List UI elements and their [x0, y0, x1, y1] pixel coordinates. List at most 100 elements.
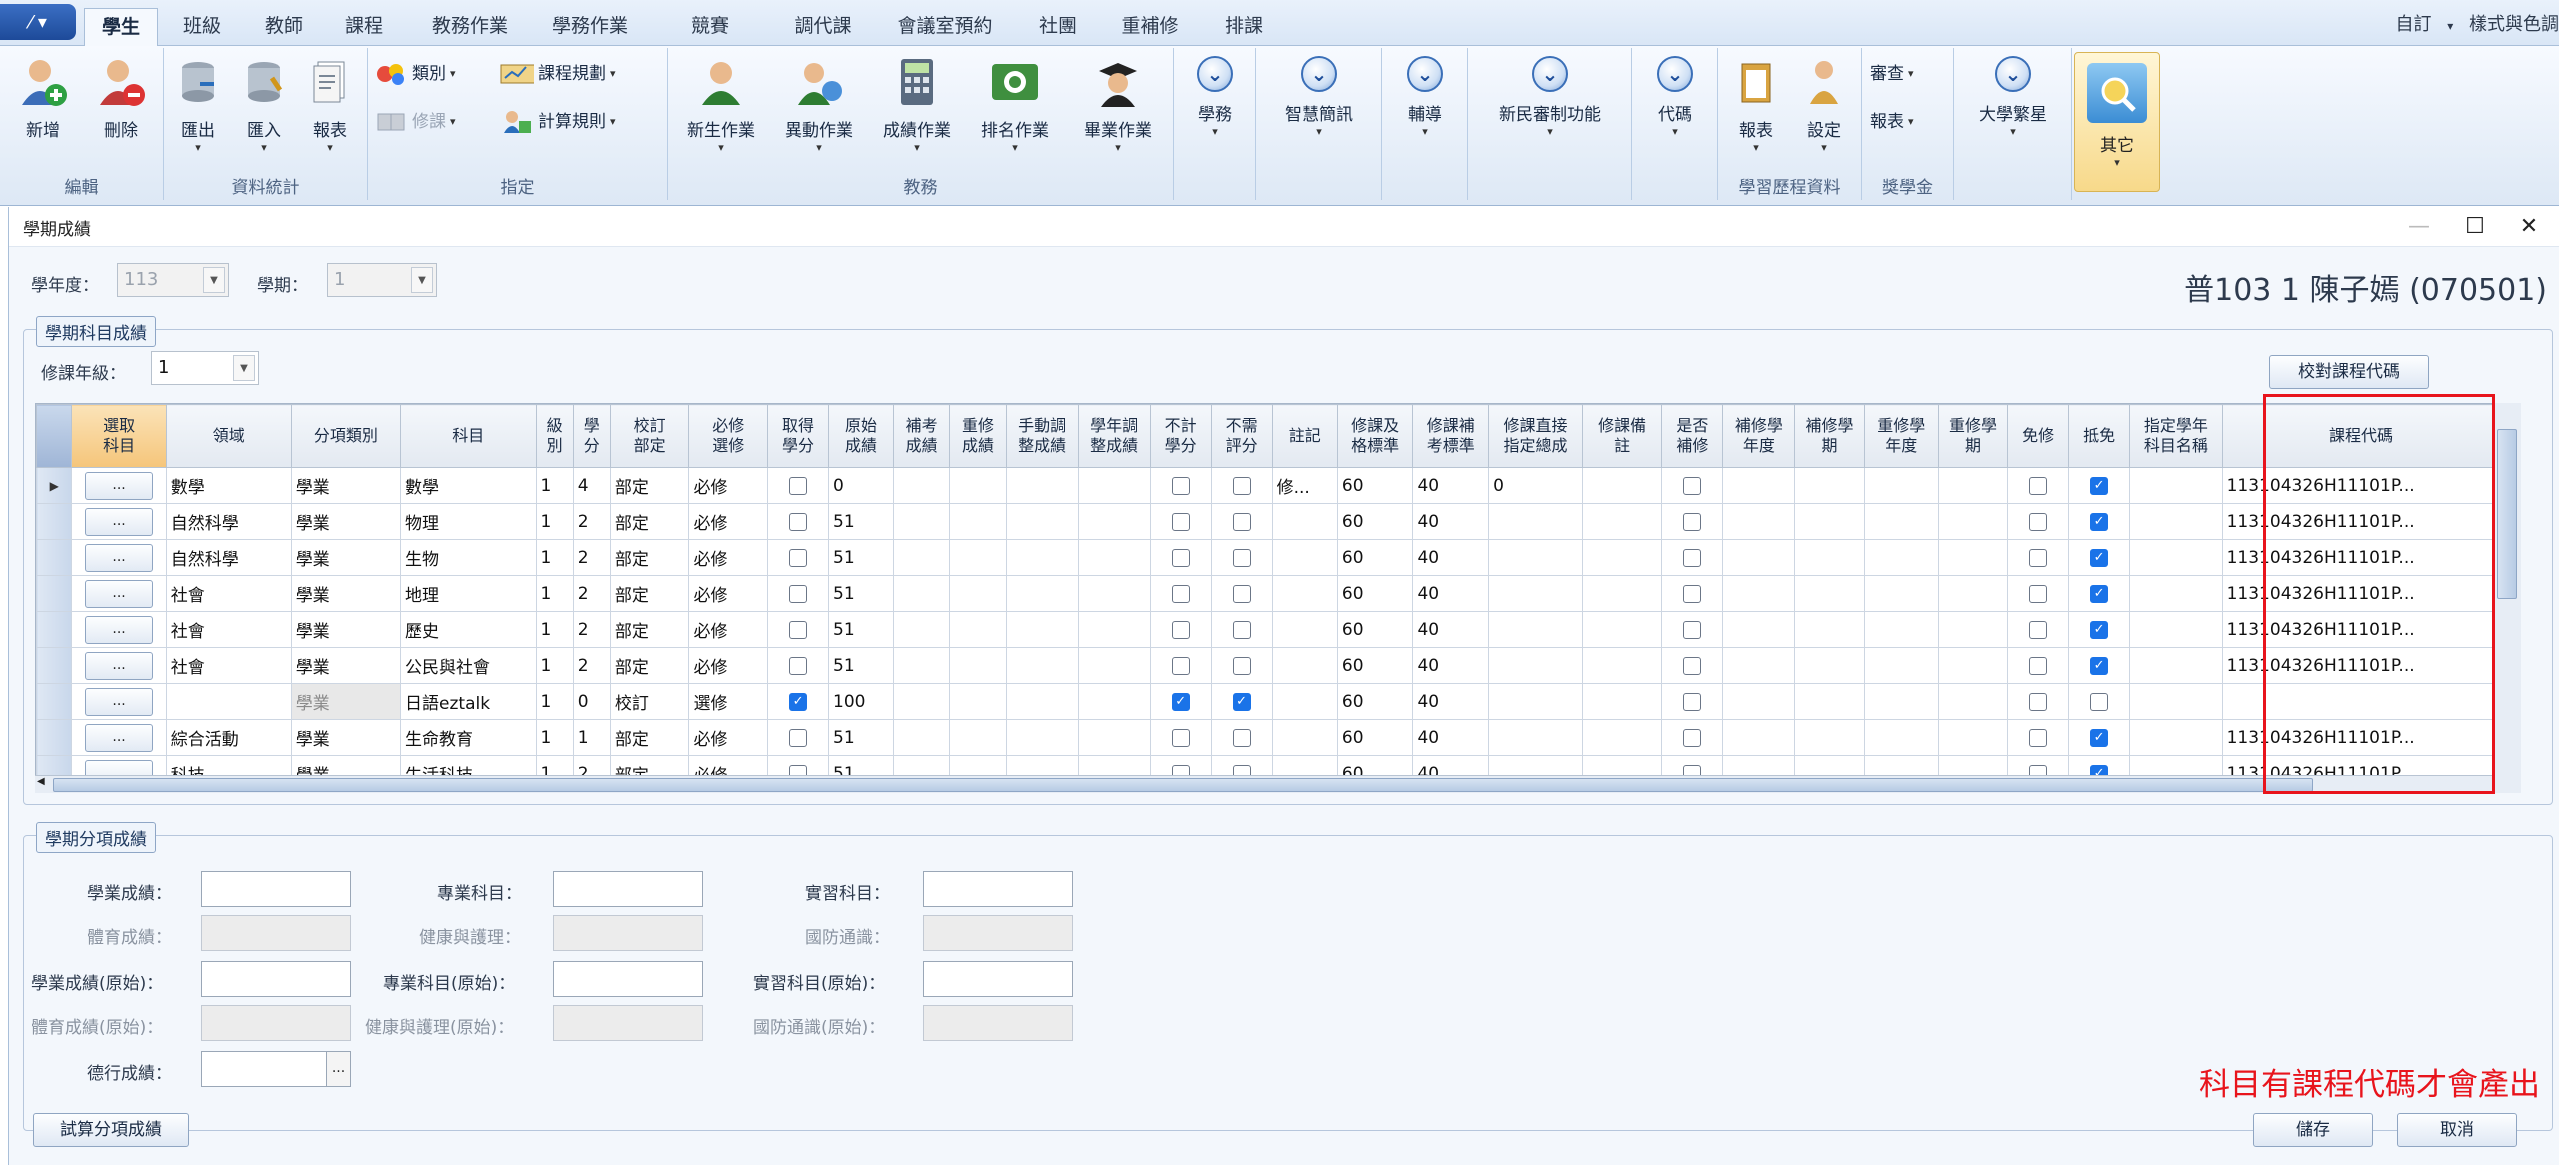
calc-item-score-button[interactable]: 試算分項成績 [33, 1113, 189, 1147]
retake-term-cell[interactable] [1937, 503, 2009, 540]
grade-level-combo[interactable]: 1 ▼ [151, 351, 259, 385]
no-eval-checkbox[interactable] [1232, 548, 1251, 567]
earned-cell[interactable] [767, 647, 830, 684]
pick-cell[interactable]: ... [71, 539, 167, 576]
column-header[interactable]: 重修學 期 [1937, 404, 2009, 468]
tab-competition[interactable]: 競賽 [668, 8, 752, 46]
table-row[interactable]: ... 社會 學業 歷史 1 2 部定 必修 51 60 40 ✓ 113104326H11101P..… [36, 611, 2520, 648]
repair-cell[interactable] [1661, 575, 1724, 612]
repair-cell[interactable] [1661, 647, 1724, 684]
pe-raw-input[interactable] [201, 1005, 351, 1041]
year-adjust-cell[interactable] [1077, 647, 1151, 684]
transfer-button[interactable]: 異動作業 ▾ [774, 54, 864, 164]
column-header[interactable]: 領域 [165, 404, 292, 468]
table-row[interactable]: ... 綜合活動 學業 生命教育 1 1 部定 必修 51 60 40 ✓ 113104326H1110… [36, 719, 2520, 756]
direct-score-cell[interactable]: 0 [1488, 467, 1583, 504]
level-cell[interactable]: 1 [535, 467, 574, 504]
custom-menu[interactable]: 自訂 [2396, 14, 2432, 35]
exempt-cell[interactable] [2007, 503, 2070, 540]
year-subject-name-cell[interactable] [2129, 539, 2223, 576]
category-cell[interactable]: 學業 [290, 647, 402, 684]
cancel-button[interactable]: 取消 [2397, 1113, 2517, 1147]
note-cell[interactable] [1271, 719, 1338, 756]
retake-score-cell[interactable] [949, 467, 1007, 504]
save-button[interactable]: 儲存 [2253, 1113, 2373, 1147]
offset-cell[interactable]: ✓ [2068, 575, 2131, 612]
required-cell[interactable]: 必修 [688, 503, 769, 540]
row-header[interactable] [36, 503, 73, 540]
defense-raw-input[interactable] [923, 1005, 1073, 1041]
direct-score-cell[interactable] [1488, 539, 1583, 576]
pass-standard-cell[interactable]: 60 [1336, 683, 1414, 720]
offset-checkbox[interactable]: ✓ [2090, 548, 2109, 567]
no-eval-cell[interactable] [1210, 575, 1273, 612]
maximize-button[interactable]: ☐ [2450, 211, 2500, 243]
level-cell[interactable]: 1 [535, 719, 574, 756]
earned-checkbox[interactable] [789, 476, 808, 495]
remark-cell[interactable] [1581, 647, 1663, 684]
pick-subject-button[interactable]: ... [85, 615, 154, 644]
repair-term-cell[interactable] [1794, 719, 1865, 756]
school-cell[interactable]: 校訂 [609, 683, 690, 720]
retake-score-cell[interactable] [949, 719, 1007, 756]
no-credit-cell[interactable]: ✓ [1149, 683, 1212, 720]
health-raw-input[interactable] [553, 1005, 703, 1041]
retake-term-cell[interactable] [1937, 611, 2009, 648]
level-cell[interactable]: 1 [535, 611, 574, 648]
repair-year-cell[interactable] [1722, 539, 1796, 576]
repair-checkbox[interactable] [1683, 548, 1702, 567]
no-eval-cell[interactable] [1210, 467, 1273, 504]
pick-cell[interactable]: ... [71, 683, 167, 720]
category-cell[interactable]: 學業 [290, 503, 402, 540]
column-header[interactable]: 級 別 [535, 404, 574, 468]
remark-cell[interactable] [1581, 683, 1663, 720]
pick-cell[interactable]: ... [71, 611, 167, 648]
other-button[interactable]: 其它 ▾ [2074, 52, 2160, 192]
offset-checkbox[interactable]: ✓ [2090, 620, 2109, 639]
retake-term-cell[interactable] [1937, 575, 2009, 612]
retake-year-cell[interactable] [1863, 503, 1939, 540]
code-button[interactable]: ⌄ 代碼 ▾ [1646, 54, 1704, 174]
column-header[interactable]: 校訂 部定 [609, 404, 690, 468]
offset-checkbox[interactable]: ✓ [2090, 512, 2109, 531]
pick-subject-button[interactable]: ... [85, 471, 154, 500]
makeup-standard-cell[interactable]: 40 [1412, 467, 1490, 504]
import-button[interactable]: 匯入 ▾ [234, 54, 294, 164]
no-eval-checkbox[interactable]: ✓ [1232, 692, 1251, 711]
remark-cell[interactable] [1581, 503, 1663, 540]
pass-standard-cell[interactable]: 60 [1336, 611, 1414, 648]
new-student-button[interactable]: 新生作業 ▾ [676, 54, 766, 164]
required-cell[interactable]: 選修 [688, 683, 769, 720]
pass-standard-cell[interactable]: 60 [1336, 647, 1414, 684]
minimize-button[interactable]: — [2394, 211, 2444, 243]
credit-cell[interactable]: 2 [572, 647, 611, 684]
exempt-cell[interactable] [2007, 719, 2070, 756]
column-header[interactable]: 指定學年 科目名稱 [2129, 404, 2223, 468]
row-header[interactable] [36, 539, 73, 576]
no-eval-checkbox[interactable] [1232, 728, 1251, 747]
domain-cell[interactable]: 自然科學 [165, 503, 292, 540]
repair-checkbox[interactable] [1683, 656, 1702, 675]
subject-cell[interactable]: 日語eztalk [400, 683, 537, 720]
tab-substitute[interactable]: 調代課 [786, 8, 860, 46]
manual-adjust-cell[interactable] [1005, 539, 1079, 576]
school-cell[interactable]: 部定 [609, 539, 690, 576]
credit-cell[interactable]: 2 [572, 575, 611, 612]
guidance-button[interactable]: ⌄ 輔導 ▾ [1396, 54, 1454, 174]
repair-year-cell[interactable] [1722, 647, 1796, 684]
no-credit-checkbox[interactable] [1171, 728, 1190, 747]
course-plan-button[interactable]: 課程規劃 ▾ [500, 56, 616, 92]
direct-score-cell[interactable] [1488, 647, 1583, 684]
exempt-cell[interactable] [2007, 539, 2070, 576]
academic-raw-input[interactable] [201, 961, 351, 997]
repair-checkbox[interactable] [1683, 476, 1702, 495]
level-cell[interactable]: 1 [535, 683, 574, 720]
category-button[interactable]: 類別 ▾ [374, 56, 456, 92]
offset-cell[interactable]: ✓ [2068, 503, 2131, 540]
pick-cell[interactable]: ... [71, 503, 167, 540]
column-header[interactable]: 手動調 整成績 [1005, 404, 1079, 468]
makeup-standard-cell[interactable]: 40 [1412, 503, 1490, 540]
pick-cell[interactable]: ... [71, 719, 167, 756]
year-adjust-cell[interactable] [1077, 467, 1151, 504]
no-credit-checkbox[interactable] [1171, 584, 1190, 603]
